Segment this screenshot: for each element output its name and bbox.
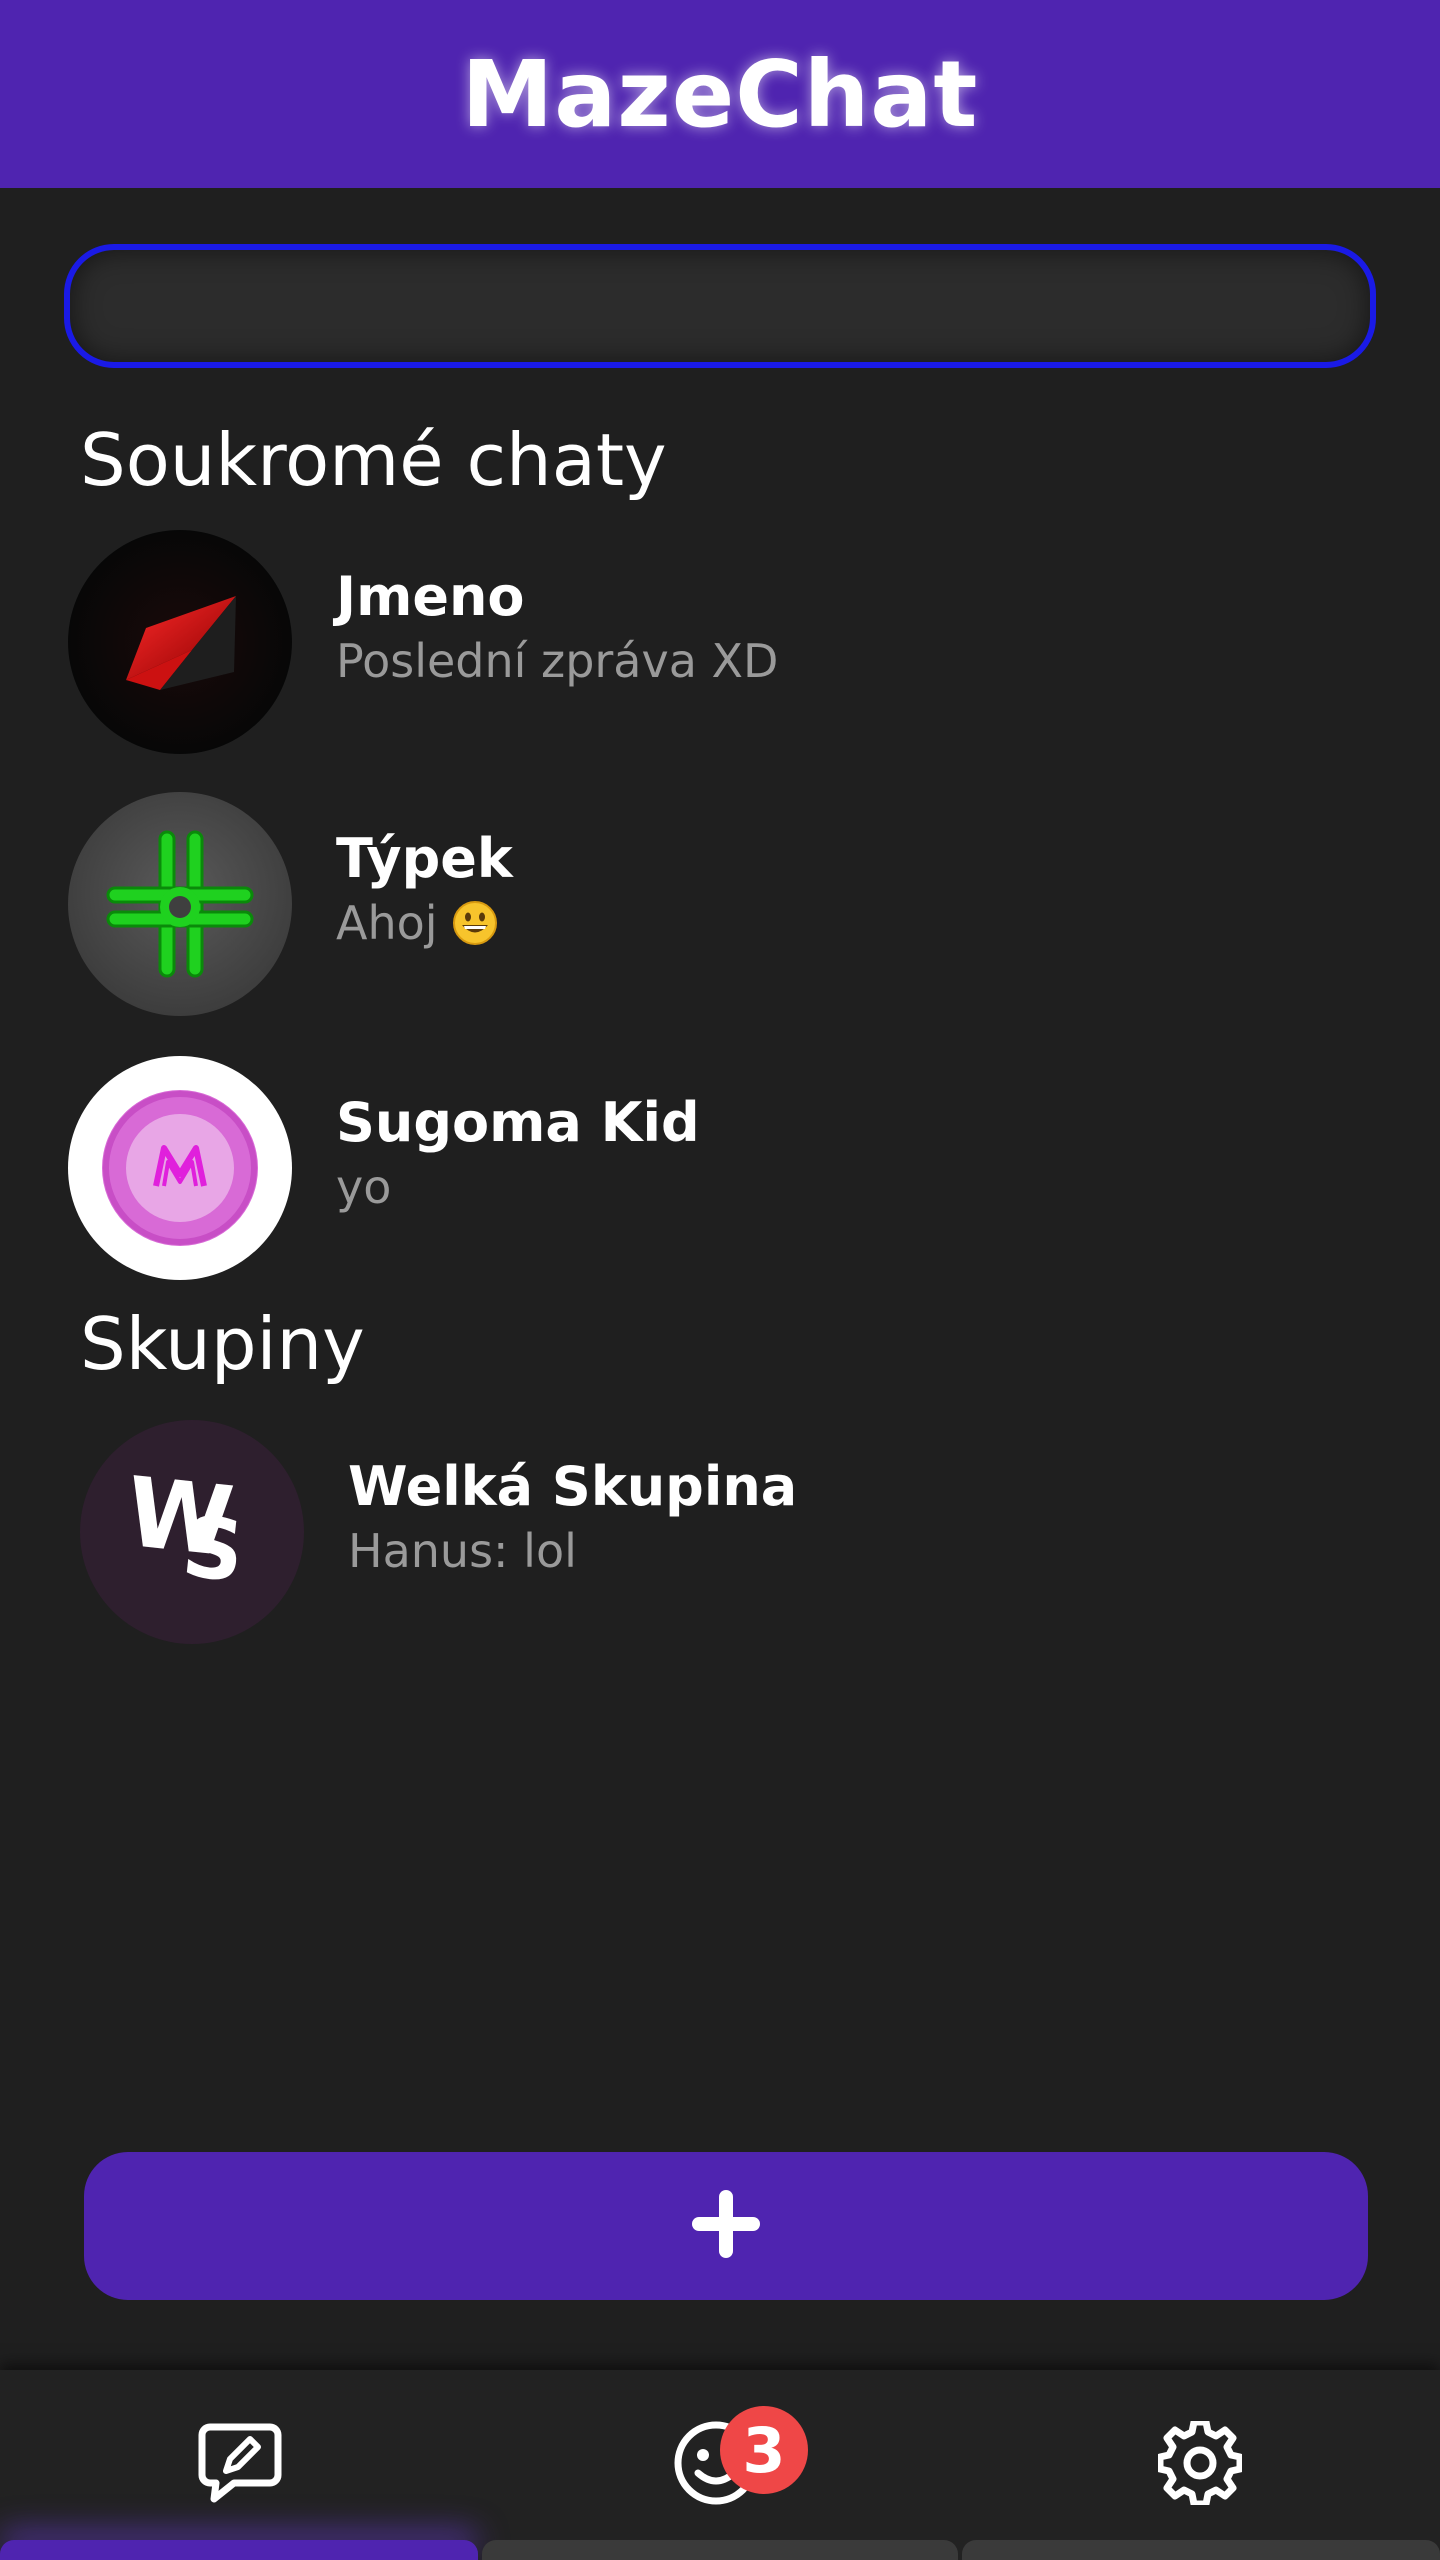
app-header: MazeChat (0, 0, 1440, 188)
green-cross-avatar (68, 792, 292, 1016)
svg-text:S: S (178, 1497, 248, 1601)
chat-item-typek[interactable]: Týpek Ahoj (68, 792, 1368, 1016)
search-field[interactable] (64, 244, 1376, 368)
grinning-face-emoji-icon (452, 900, 498, 946)
chat-preview-text: Poslední zpráva XD (336, 634, 779, 688)
chat-preview-text: yo (336, 1160, 392, 1214)
chat-preview-text: Ahoj (336, 896, 438, 950)
chat-preview: yo (336, 1157, 700, 1217)
chat-name: Jmeno (336, 565, 525, 628)
groups-title: Skupiny (80, 1302, 365, 1386)
chat-name: Týpek (336, 827, 513, 890)
pink-ring-avatar (68, 1056, 292, 1280)
chat-preview-text: Hanus: lol (348, 1524, 577, 1578)
private-chats-title: Soukromé chaty (80, 418, 667, 502)
chat-edit-icon (194, 2417, 286, 2513)
chat-preview: Ahoj (336, 893, 513, 953)
plus-icon (688, 2186, 764, 2266)
add-chat-button[interactable] (84, 2152, 1368, 2300)
ws-logo-avatar: W S (80, 1420, 304, 1644)
chat-preview: Poslední zpráva XD (336, 631, 778, 691)
chat-item-jmeno[interactable]: Jmeno Poslední zpráva XD (68, 530, 1368, 754)
nav-active-indicator (0, 2540, 478, 2560)
nav-indicator (482, 2540, 958, 2560)
search-input[interactable] (110, 279, 1330, 333)
friends-notification-badge: 3 (720, 2406, 808, 2494)
red-black-shape-avatar (68, 530, 292, 754)
chat-name: Sugoma Kid (336, 1091, 700, 1154)
group-item-welka-skupina[interactable]: W S Welká Skupina Hanus: lol (80, 1420, 1380, 1644)
gear-icon (1156, 2418, 1244, 2509)
bottom-nav (0, 2370, 1440, 2560)
app-title: MazeChat (461, 40, 979, 148)
nav-indicator (962, 2540, 1440, 2560)
nav-chats-tab[interactable] (0, 2370, 480, 2560)
nav-friends-tab[interactable] (480, 2370, 960, 2560)
chat-item-sugoma-kid[interactable]: Sugoma Kid yo (68, 1056, 1368, 1280)
chat-preview: Hanus: lol (348, 1521, 797, 1581)
chat-name: Welká Skupina (348, 1455, 798, 1518)
nav-settings-tab[interactable] (960, 2370, 1440, 2560)
